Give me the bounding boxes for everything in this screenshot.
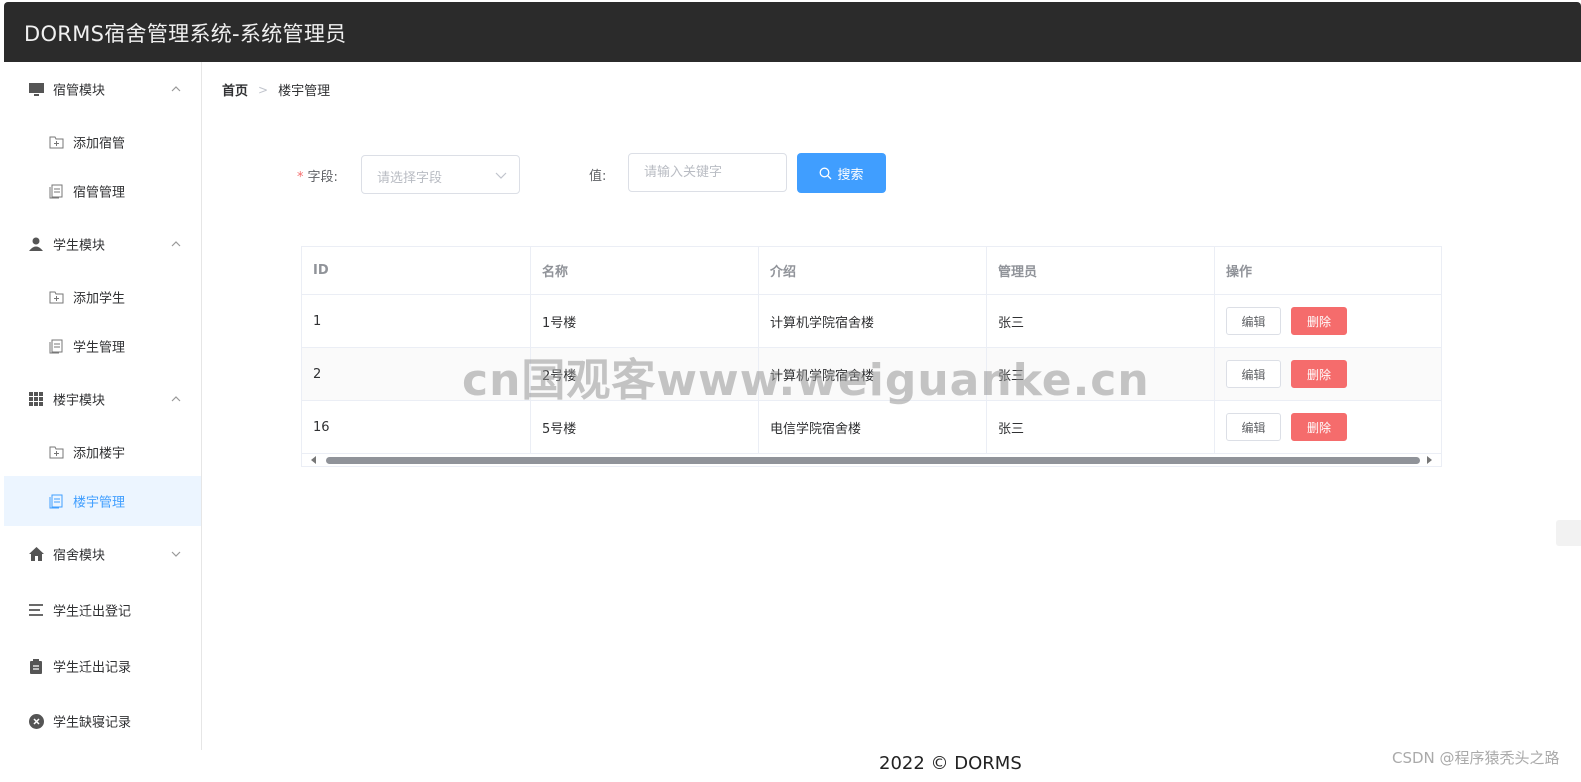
- sidebar-item-add-student[interactable]: 添加学生: [4, 272, 201, 322]
- footer-copyright: 2022 © DORMS: [879, 753, 1022, 774]
- delete-button[interactable]: 删除: [1291, 413, 1347, 441]
- clipboard-icon: [28, 658, 44, 674]
- csdn-watermark: CSDN @程序猿秃头之路: [1392, 749, 1560, 767]
- cell-admin: 张三: [987, 295, 1215, 347]
- breadcrumb-home[interactable]: 首页: [222, 80, 248, 99]
- sidebar-item-label: 楼宇管理: [73, 495, 126, 511]
- sidebar-group-student[interactable]: 学生模块: [4, 219, 201, 269]
- sidebar-item-label: 宿管管理: [73, 185, 126, 201]
- circle-close-icon: [28, 713, 44, 729]
- scroll-left-icon[interactable]: [311, 456, 316, 464]
- cell-id: 1: [302, 295, 531, 347]
- cell-id: 16: [302, 401, 531, 453]
- breadcrumb: 首页 > 楼宇管理: [222, 80, 331, 100]
- chevron-down-icon: [495, 172, 507, 179]
- sidebar-item-label: 学生缺寝记录: [53, 715, 132, 731]
- monitor-icon: [28, 81, 44, 97]
- folder-add-icon: [48, 444, 64, 460]
- chevron-up-icon: [171, 396, 181, 402]
- sidebar-item-label: 学生迁出登记: [53, 604, 132, 620]
- list-icon: [28, 602, 44, 618]
- sidebar: 宿管模块 添加宿管 宿管管理 学生模块 添加学生 学生管理 楼宇模块 添加楼宇 …: [4, 62, 202, 750]
- sidebar-item-add-dorm-admin[interactable]: 添加宿管: [4, 117, 201, 167]
- watermark: cn国观客www.weiguanke.cn: [462, 355, 1150, 406]
- horizontal-scrollbar[interactable]: [302, 454, 1441, 466]
- search-icon: [820, 167, 832, 179]
- folder-add-icon: [48, 289, 64, 305]
- column-header-actions: 操作: [1226, 265, 1253, 280]
- table-row[interactable]: 16 5号楼 电信学院宿舍楼 张三 编辑 删除: [302, 401, 1441, 454]
- sidebar-group-label: 宿舍模块: [53, 548, 106, 564]
- breadcrumb-current: 楼宇管理: [278, 84, 331, 99]
- table-row[interactable]: 1 1号楼 计算机学院宿舍楼 张三 编辑 删除: [302, 295, 1441, 348]
- grid-icon: [28, 391, 44, 407]
- sidebar-item-label: 添加宿管: [73, 136, 126, 152]
- cell-actions: 编辑 删除: [1215, 295, 1441, 347]
- delete-button[interactable]: 删除: [1291, 307, 1347, 335]
- top-header: DORMS宿舍管理系统-系统管理员: [4, 2, 1581, 62]
- scrollbar-thumb[interactable]: [326, 457, 1420, 464]
- chevron-up-icon: [171, 86, 181, 92]
- app-title: DORMS宿舍管理系统-系统管理员: [24, 22, 347, 46]
- sidebar-group-building[interactable]: 楼宇模块: [4, 374, 201, 424]
- sidebar-item-student-moveout-records[interactable]: 学生迁出记录: [4, 641, 201, 691]
- sidebar-item-manage-dorm-admin[interactable]: 宿管管理: [4, 166, 201, 216]
- column-header-id[interactable]: ID: [302, 247, 531, 294]
- column-header-admin[interactable]: 管理员: [987, 247, 1215, 294]
- sidebar-item-manage-student[interactable]: 学生管理: [4, 321, 201, 371]
- side-collapse-tab[interactable]: [1556, 520, 1581, 546]
- cell-intro: 电信学院宿舍楼: [759, 401, 987, 453]
- chevron-down-icon: [171, 551, 181, 557]
- sidebar-group-label: 宿管模块: [53, 83, 106, 99]
- sidebar-item-student-moveout-register[interactable]: 学生迁出登记: [4, 585, 201, 635]
- cell-admin: 张三: [987, 401, 1215, 453]
- sidebar-item-student-absence-records[interactable]: 学生缺寝记录: [4, 696, 201, 746]
- cell-name: 1号楼: [531, 295, 759, 347]
- field-label: * 字段:: [297, 170, 338, 185]
- sidebar-item-label: 添加学生: [73, 291, 126, 307]
- field-select[interactable]: 请选择字段: [361, 155, 520, 194]
- user-icon: [28, 236, 44, 252]
- folder-add-icon: [48, 134, 64, 150]
- chevron-up-icon: [171, 241, 181, 247]
- search-button[interactable]: 搜索: [797, 153, 886, 193]
- search-button-label: 搜索: [837, 166, 864, 182]
- edit-button[interactable]: 编辑: [1226, 307, 1281, 335]
- sidebar-group-dormitory[interactable]: 宿舍模块: [4, 529, 201, 579]
- edit-button[interactable]: 编辑: [1226, 413, 1281, 441]
- column-header-name[interactable]: 名称: [531, 247, 759, 294]
- sidebar-item-label: 添加楼宇: [73, 446, 126, 462]
- sidebar-group-label: 学生模块: [53, 238, 106, 254]
- cell-actions: 编辑 删除: [1215, 401, 1441, 453]
- edit-button[interactable]: 编辑: [1226, 360, 1281, 388]
- delete-button[interactable]: 删除: [1291, 360, 1347, 388]
- table-header: ID 名称 介绍 管理员 操作: [302, 247, 1441, 295]
- sidebar-item-label: 学生管理: [73, 340, 126, 356]
- document-copy-icon: [48, 183, 64, 199]
- cell-actions: 编辑 删除: [1215, 348, 1441, 400]
- house-icon: [28, 546, 44, 562]
- cell-name: 5号楼: [531, 401, 759, 453]
- document-copy-icon: [48, 493, 64, 509]
- keyword-input[interactable]: [628, 153, 787, 192]
- sidebar-group-label: 楼宇模块: [53, 393, 106, 409]
- value-label: 值:: [589, 169, 607, 184]
- sidebar-item-manage-building[interactable]: 楼宇管理: [4, 476, 201, 526]
- sidebar-group-dorm-admin[interactable]: 宿管模块: [4, 64, 201, 114]
- column-header-intro[interactable]: 介绍: [759, 247, 987, 294]
- field-select-placeholder: 请选择字段: [377, 171, 443, 186]
- breadcrumb-separator: >: [258, 82, 269, 97]
- sidebar-item-label: 学生迁出记录: [53, 660, 132, 676]
- scroll-right-icon[interactable]: [1427, 456, 1432, 464]
- cell-intro: 计算机学院宿舍楼: [759, 295, 987, 347]
- document-copy-icon: [48, 338, 64, 354]
- sidebar-item-add-building[interactable]: 添加楼宇: [4, 427, 201, 477]
- required-asterisk: *: [297, 170, 304, 185]
